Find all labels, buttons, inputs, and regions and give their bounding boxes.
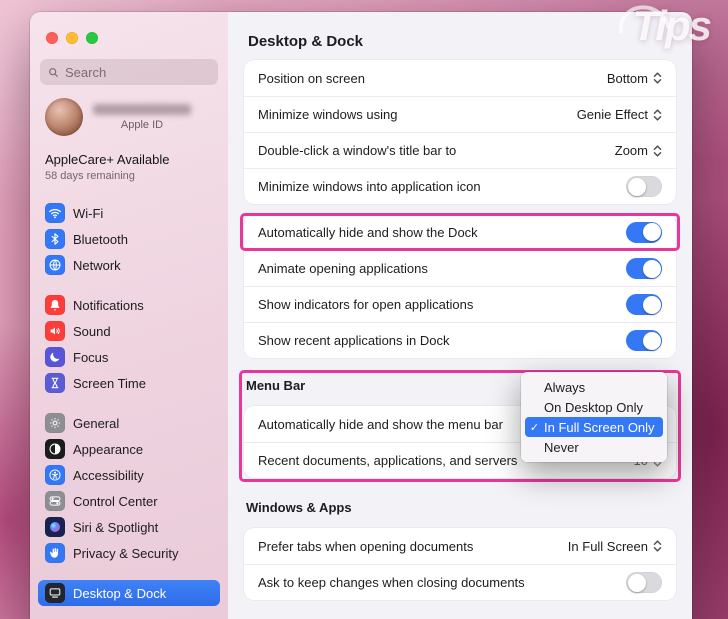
search-input[interactable]: Search xyxy=(40,59,218,85)
sidebar-item-network[interactable]: Network xyxy=(38,252,220,278)
dropdown-option-on-desktop-only[interactable]: On Desktop Only xyxy=(525,397,663,417)
windows-apps-heading: Windows & Apps xyxy=(246,500,352,515)
settings-row: Double-click a window's title bar to Zoo… xyxy=(244,132,676,168)
toggle-knob xyxy=(642,223,661,241)
ask-to-keep-changes-toggle[interactable] xyxy=(626,572,662,593)
sidebar-item-privacy-security[interactable]: Privacy & Security xyxy=(38,540,220,566)
sidebar-item-siri-spotlight[interactable]: Siri & Spotlight xyxy=(38,514,220,540)
sidebar-item-sound[interactable]: Sound xyxy=(38,318,220,344)
chevron-up-down-icon xyxy=(653,72,662,84)
minimize-to-app-icon-toggle[interactable] xyxy=(626,176,662,197)
toggle-knob xyxy=(642,259,661,278)
toggle-knob xyxy=(627,573,646,592)
settings-row: Position on screen Bottom xyxy=(244,60,676,96)
settings-row: Prefer tabs when opening documents In Fu… xyxy=(244,528,676,564)
animate-opening-toggle[interactable] xyxy=(626,258,662,279)
apple-id-label: Apple ID xyxy=(120,118,164,131)
privacy-security-hand-icon xyxy=(45,543,65,563)
search-placeholder: Search xyxy=(65,64,107,80)
hourglass-icon xyxy=(45,373,65,393)
chevron-up-down-icon xyxy=(653,540,662,552)
moon-icon xyxy=(45,347,65,367)
position-on-screen-popup[interactable]: Bottom xyxy=(607,71,662,86)
dock-toggles-card: Automatically hide and show the Dock Ani… xyxy=(240,213,680,358)
profile-name-redacted xyxy=(93,103,191,115)
toggle-knob xyxy=(642,331,661,350)
sidebar-group-alerts: Notifications Sound Focus Screen Time xyxy=(38,292,220,396)
globe-icon xyxy=(45,255,65,275)
page-title: Desktop & Dock xyxy=(248,32,364,50)
settings-row-annotated: Automatically hide and show the Dock xyxy=(240,213,680,251)
settings-row: Automatically hide and show the menu bar… xyxy=(244,372,676,462)
sidebar-item-wifi[interactable]: Wi-Fi xyxy=(38,200,220,226)
sidebar-item-notifications[interactable]: Notifications xyxy=(38,292,220,318)
show-indicators-toggle[interactable] xyxy=(626,294,662,315)
avatar xyxy=(45,98,83,136)
sidebar-item-bluetooth[interactable]: Bluetooth xyxy=(38,226,220,252)
settings-row: Animate opening applications xyxy=(244,250,676,286)
settings-sidebar: Search Apple ID AppleCare+ Available 58 … xyxy=(30,12,228,619)
settings-row: Minimize windows using Genie Effect xyxy=(244,96,676,132)
dock-autohide-toggle[interactable] xyxy=(626,221,662,243)
search-icon xyxy=(49,67,58,77)
double-click-action-popup[interactable]: Zoom xyxy=(615,143,662,158)
dropdown-option-in-full-screen-only[interactable]: ✓ In Full Screen Only xyxy=(525,417,663,437)
toggle-knob xyxy=(642,295,661,314)
dropdown-option-never[interactable]: Never xyxy=(525,437,663,457)
sidebar-item-desktop-dock[interactable]: Desktop & Dock xyxy=(38,580,220,606)
toggle-knob xyxy=(627,177,646,196)
applecare-subtitle: 58 days remaining xyxy=(45,170,135,182)
sidebar-item-focus[interactable]: Focus xyxy=(38,344,220,370)
dock-settings-card: Position on screen Bottom Minimize windo… xyxy=(244,60,676,204)
siri-icon xyxy=(45,517,65,537)
applecare-title: AppleCare+ Available xyxy=(45,152,170,167)
pane-header: Desktop & Dock xyxy=(244,12,676,60)
minimize-effect-popup[interactable]: Genie Effect xyxy=(577,107,662,122)
gear-icon xyxy=(45,413,65,433)
prefer-tabs-popup[interactable]: In Full Screen xyxy=(568,539,662,554)
system-settings-window: Search Apple ID AppleCare+ Available 58 … xyxy=(30,12,692,619)
window-controls xyxy=(30,12,228,44)
desktop-dock-pane: Desktop & Dock Position on screen Bottom… xyxy=(228,12,692,619)
chevron-up-down-icon xyxy=(653,108,662,121)
windows-apps-card: Prefer tabs when opening documents In Fu… xyxy=(244,528,676,600)
desktop-dock-icon xyxy=(45,583,65,603)
menu-bar-autohide-dropdown: Always On Desktop Only ✓ In Full Screen … xyxy=(521,372,667,462)
bell-icon xyxy=(45,295,65,315)
sidebar-item-accessibility[interactable]: Accessibility xyxy=(38,462,220,488)
minimize-window-button[interactable] xyxy=(66,32,78,44)
settings-row: Show recent applications in Dock xyxy=(244,322,676,358)
appearance-icon xyxy=(45,439,65,459)
settings-row: Minimize windows into application icon xyxy=(244,168,676,204)
wifi-icon xyxy=(45,203,65,223)
checkmark-icon: ✓ xyxy=(529,421,540,434)
applecare-banner[interactable]: AppleCare+ Available 58 days remaining xyxy=(30,136,228,182)
sidebar-item-general[interactable]: General xyxy=(38,410,220,436)
settings-row: Ask to keep changes when closing documen… xyxy=(244,564,676,600)
sidebar-item-screen-time[interactable]: Screen Time xyxy=(38,370,220,396)
settings-row: Show indicators for open applications xyxy=(244,286,676,322)
sidebar-group-system: General Appearance Accessibility Control… xyxy=(38,410,220,566)
sidebar-item-control-center[interactable]: Control Center xyxy=(38,488,220,514)
chevron-up-down-icon xyxy=(653,144,662,157)
bluetooth-icon xyxy=(45,229,65,249)
sidebar-group-desktop: Desktop & Dock xyxy=(38,580,220,606)
sidebar-item-appearance[interactable]: Appearance xyxy=(38,436,220,462)
zoom-window-button[interactable] xyxy=(86,32,98,44)
apple-id-profile[interactable]: Apple ID xyxy=(30,85,228,136)
desktop-wallpaper: Tips Search Apple ID AppleCare+ Availabl… xyxy=(0,0,728,619)
menu-bar-card: Automatically hide and show the menu bar… xyxy=(244,372,676,478)
accessibility-icon xyxy=(45,465,65,485)
control-center-icon xyxy=(45,491,65,511)
show-recent-apps-toggle[interactable] xyxy=(626,330,662,351)
dropdown-option-always[interactable]: Always xyxy=(525,377,663,397)
speaker-icon xyxy=(45,321,65,341)
windows-apps-section: Windows & Apps Prefer tabs when opening … xyxy=(244,498,676,600)
sidebar-group-network: Wi-Fi Bluetooth Network xyxy=(38,200,220,278)
close-window-button[interactable] xyxy=(46,32,58,44)
menu-bar-section: Menu Bar Automatically hide and show the… xyxy=(239,370,681,482)
sidebar-nav: Wi-Fi Bluetooth Network Notifications So… xyxy=(30,182,228,619)
